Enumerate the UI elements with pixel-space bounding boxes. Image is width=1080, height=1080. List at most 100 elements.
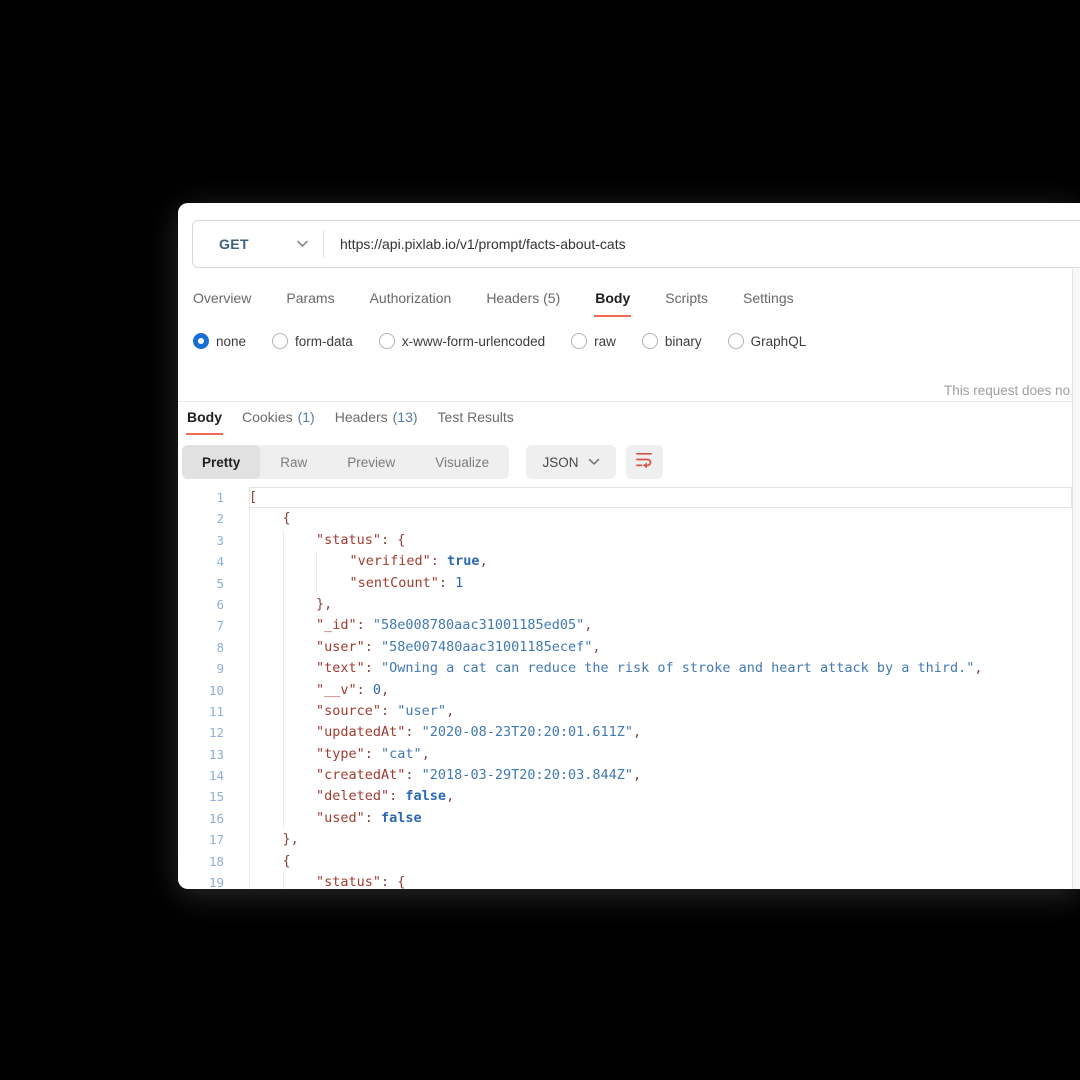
radio-label: raw — [594, 334, 616, 349]
code-token: [ — [249, 489, 257, 505]
line-number: 6 — [178, 594, 224, 615]
wrap-text-button[interactable] — [626, 445, 663, 479]
line-number: 16 — [178, 808, 224, 829]
code-content: }, — [249, 829, 1072, 850]
response-body-editor[interactable]: 1[2{3"status": {4"verified": true,5"sent… — [178, 487, 1072, 889]
indent-guide — [249, 851, 283, 872]
code-token: "58e008780aac31001185ed05" — [373, 617, 584, 633]
response-tab-cookies[interactable]: Cookies (1) — [241, 407, 316, 435]
indent-guide — [249, 722, 283, 743]
indent-guide — [283, 722, 317, 743]
indent-guide — [249, 573, 283, 594]
view-mode-preview[interactable]: Preview — [327, 445, 415, 479]
scrollbar[interactable] — [1072, 269, 1080, 889]
code-line: 4 "verified": true, — [178, 551, 1072, 572]
indent-guide — [283, 573, 317, 594]
request-tabs: Overview Params Authorization Headers (5) Bo… — [192, 288, 795, 317]
tab-count: (1) — [298, 409, 315, 425]
request-tab-settings[interactable]: Settings — [742, 288, 795, 317]
tab-label: Cookies — [242, 409, 293, 425]
tab-label: Params — [286, 290, 334, 306]
code-token: "_id" — [316, 617, 357, 633]
response-tab-headers[interactable]: Headers(13) — [334, 407, 419, 435]
view-mode-visualize[interactable]: Visualize — [415, 445, 509, 479]
code-token: 1 — [455, 575, 463, 591]
tab-label: Authorization — [370, 290, 452, 306]
response-tab-body[interactable]: Body — [186, 407, 223, 435]
radio-icon — [379, 333, 395, 349]
view-mode-raw[interactable]: Raw — [260, 445, 327, 479]
code-token: : — [439, 575, 455, 591]
request-tab-params[interactable]: Params — [285, 288, 335, 317]
request-tab-overview[interactable]: Overview — [192, 288, 252, 317]
code-content: }, — [249, 594, 1072, 615]
code-token: "text" — [316, 660, 365, 676]
radio-label: GraphQL — [751, 334, 807, 349]
code-line: 3"status": { — [178, 530, 1072, 551]
tab-label: Overview — [193, 290, 251, 306]
indent-guide — [283, 808, 317, 829]
body-mode-x-www-form-urlencoded[interactable]: x-www-form-urlencoded — [379, 333, 545, 349]
code-content: "used": false — [249, 808, 1072, 829]
code-token: , — [446, 788, 454, 804]
wrap-text-icon — [635, 450, 654, 474]
code-content: "text": "Owning a cat can reduce the ris… — [249, 658, 1072, 679]
code-token: : — [357, 682, 373, 698]
code-line: 9"text": "Owning a cat can reduce the ri… — [178, 658, 1072, 679]
code-token: , — [381, 682, 389, 698]
code-content: "verified": true, — [249, 551, 1072, 572]
indent-guide — [283, 615, 317, 636]
code-token: : — [431, 553, 447, 569]
line-number: 19 — [178, 872, 224, 889]
radio-icon — [728, 333, 744, 349]
request-tab-body[interactable]: Body — [594, 288, 631, 317]
code-token: : — [381, 703, 397, 719]
method-select[interactable]: GET — [193, 221, 323, 267]
radio-label: form-data — [295, 334, 353, 349]
code-token: 0 — [373, 682, 381, 698]
body-mode-raw[interactable]: raw — [571, 333, 616, 349]
response-tab-test-results[interactable]: Test Results — [437, 407, 515, 435]
radio-icon — [642, 333, 658, 349]
code-line: 7"_id": "58e008780aac31001185ed05", — [178, 615, 1072, 636]
code-token: "58e007480aac31001185ecef" — [381, 639, 592, 655]
indent-guide — [249, 508, 283, 529]
body-mode-binary[interactable]: binary — [642, 333, 702, 349]
code-token: false — [405, 788, 446, 804]
code-content: "_id": "58e008780aac31001185ed05", — [249, 615, 1072, 636]
line-number: 4 — [178, 551, 224, 572]
body-mode-none[interactable]: none — [193, 333, 246, 349]
indent-guide — [249, 530, 283, 551]
view-mode-group: PrettyRawPreviewVisualize — [182, 445, 509, 479]
indent-guide — [283, 658, 317, 679]
code-token: }, — [283, 831, 299, 847]
request-tab-authorization[interactable]: Authorization — [369, 288, 453, 317]
request-url-bar: GET — [192, 220, 1080, 268]
line-number: 8 — [178, 637, 224, 658]
code-content: "sentCount": 1 — [249, 573, 1072, 594]
tab-label: Body — [187, 409, 222, 425]
code-content: { — [249, 508, 1072, 529]
method-label: GET — [219, 236, 249, 252]
indent-guide — [249, 829, 283, 850]
code-token: "updatedAt" — [316, 724, 405, 740]
indent-guide — [249, 786, 283, 807]
indent-guide — [249, 594, 283, 615]
code-content: "__v": 0, — [249, 680, 1072, 701]
code-line: 13"type": "cat", — [178, 744, 1072, 765]
request-tab-headers-5[interactable]: Headers (5) — [485, 288, 561, 317]
code-token: : — [365, 746, 381, 762]
format-select[interactable]: JSON — [526, 445, 616, 479]
code-line: 2{ — [178, 508, 1072, 529]
radio-icon — [571, 333, 587, 349]
code-token: "2018-03-29T20:20:03.844Z" — [422, 767, 633, 783]
body-mode-graphql[interactable]: GraphQL — [728, 333, 807, 349]
request-tab-scripts[interactable]: Scripts — [664, 288, 709, 317]
tab-label: Body — [595, 290, 630, 306]
body-mode-form-data[interactable]: form-data — [272, 333, 353, 349]
view-mode-pretty[interactable]: Pretty — [182, 445, 260, 479]
url-input[interactable] — [324, 236, 1080, 252]
indent-guide — [283, 701, 317, 722]
code-content: "status": { — [249, 872, 1072, 889]
indent-guide — [283, 530, 317, 551]
